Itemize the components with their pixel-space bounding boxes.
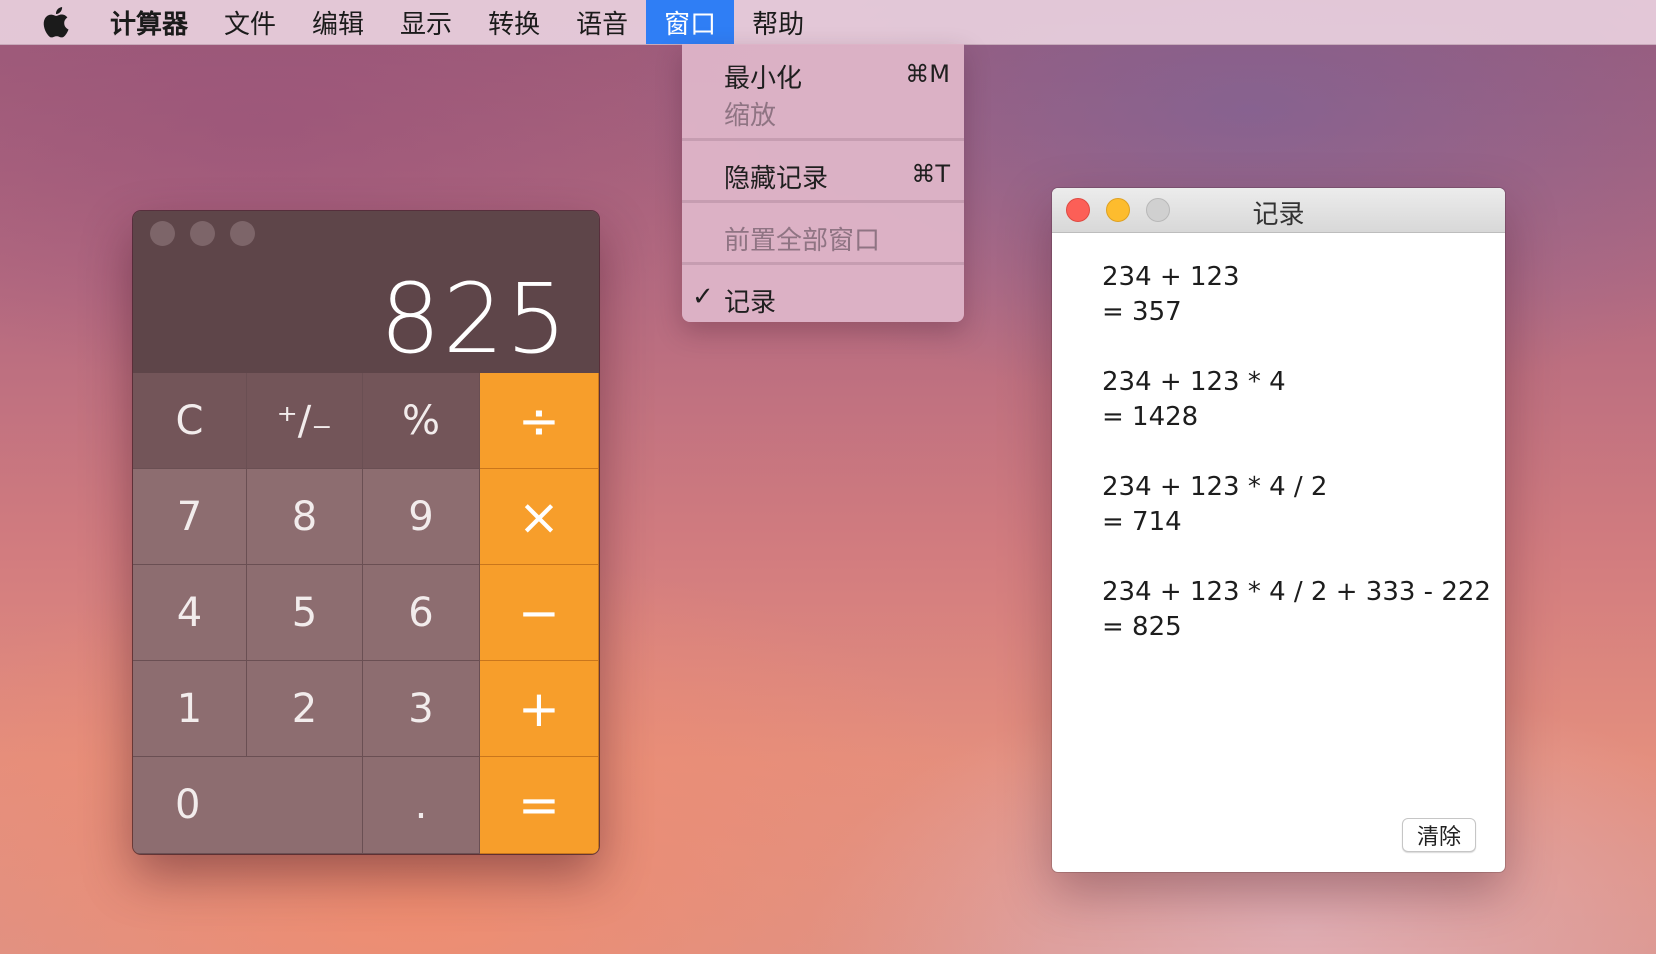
digit-5-key[interactable]: 5 xyxy=(247,565,363,661)
menu-item-zoom: 缩放 xyxy=(682,91,964,131)
digit-3-key[interactable]: 3 xyxy=(363,661,480,757)
menu-bar: 计算器 文件 编辑 显示 转换 语音 窗口 帮助 xyxy=(0,0,1656,45)
calculator-window: 825 C ⁺∕₋ % ÷ 7 8 9 × 4 5 6 − 1 2 3 + 0 … xyxy=(133,211,599,854)
menu-edit[interactable]: 编辑 xyxy=(294,0,382,44)
menu-item-label: 缩放 xyxy=(724,101,777,131)
multiply-key[interactable]: × xyxy=(480,469,599,565)
menu-separator xyxy=(682,262,964,265)
history-window: 记录 234 + 123 = 357 234 + 123 * 4 = 1428 … xyxy=(1052,188,1505,872)
plus-key[interactable]: + xyxy=(480,661,599,757)
menu-item-label: 记录 xyxy=(724,288,777,318)
menu-item-minimize[interactable]: 最小化 ⌘M xyxy=(682,54,964,94)
window-title: 记录 xyxy=(1252,200,1305,230)
digit-2-key[interactable]: 2 xyxy=(247,661,363,757)
menu-help[interactable]: 帮助 xyxy=(734,0,822,44)
digit-0-key[interactable]: 0 xyxy=(133,757,363,854)
zoom-button[interactable] xyxy=(230,221,255,246)
menu-window[interactable]: 窗口 xyxy=(646,0,735,44)
history-expression: 234 + 123 xyxy=(1102,262,1240,292)
digit-8-key[interactable]: 8 xyxy=(247,469,363,565)
menu-item-label: 最小化 xyxy=(724,64,803,94)
history-expression: 234 + 123 * 4 xyxy=(1102,367,1286,397)
menu-convert[interactable]: 转换 xyxy=(470,0,558,44)
digit-7-key[interactable]: 7 xyxy=(133,469,247,565)
menu-calculator[interactable]: 计算器 xyxy=(110,0,206,44)
history-entry: 234 + 123 * 4 / 2 = 714 xyxy=(1102,470,1327,540)
history-result: = 714 xyxy=(1102,507,1182,537)
menu-view[interactable]: 显示 xyxy=(382,0,470,44)
clear-history-button[interactable]: 清除 xyxy=(1402,818,1476,852)
decimal-key[interactable]: . xyxy=(363,757,480,854)
history-expression: 234 + 123 * 4 / 2 + 333 - 222 xyxy=(1102,577,1491,607)
calculator-display: 825 xyxy=(133,211,599,375)
history-result: = 1428 xyxy=(1102,402,1199,432)
history-titlebar: 记录 xyxy=(1052,188,1505,233)
menu-separator xyxy=(682,138,964,141)
window-menu-dropdown: 最小化 ⌘M 缩放 隐藏记录 ⌘T 前置全部窗口 ✓ 记录 xyxy=(682,44,964,322)
digit-6-key[interactable]: 6 xyxy=(363,565,480,661)
menu-item-bring-all-to-front: 前置全部窗口 xyxy=(682,216,964,256)
minimize-button[interactable] xyxy=(190,221,215,246)
menu-item-hide-history[interactable]: 隐藏记录 ⌘T xyxy=(682,154,964,194)
minus-key[interactable]: − xyxy=(480,565,599,661)
shortcut-label: ⌘M xyxy=(905,60,950,88)
equals-key[interactable]: = xyxy=(480,757,599,854)
history-entry: 234 + 123 * 4 = 1428 xyxy=(1102,365,1286,435)
history-result: = 825 xyxy=(1102,612,1182,642)
history-entry: 234 + 123 = 357 xyxy=(1102,260,1240,330)
checkmark-icon: ✓ xyxy=(692,282,714,312)
close-button[interactable] xyxy=(150,221,175,246)
shortcut-label: ⌘T xyxy=(911,160,950,188)
history-result: = 357 xyxy=(1102,297,1182,327)
history-expression: 234 + 123 * 4 / 2 xyxy=(1102,472,1328,502)
digit-9-key[interactable]: 9 xyxy=(363,469,480,565)
history-entry: 234 + 123 * 4 / 2 + 333 - 222 = 825 xyxy=(1102,575,1491,645)
sign-toggle-key[interactable]: ⁺∕₋ xyxy=(247,373,363,469)
menu-speech[interactable]: 语音 xyxy=(558,0,646,44)
menu-file[interactable]: 文件 xyxy=(206,0,294,44)
menu-item-history[interactable]: ✓ 记录 xyxy=(682,278,964,318)
percent-key[interactable]: % xyxy=(363,373,480,469)
apple-logo-icon[interactable] xyxy=(0,0,110,44)
menu-item-label: 隐藏记录 xyxy=(724,164,829,194)
digit-1-key[interactable]: 1 xyxy=(133,661,247,757)
menu-separator xyxy=(682,200,964,203)
divide-key[interactable]: ÷ xyxy=(480,373,599,469)
menu-item-label: 前置全部窗口 xyxy=(724,226,881,256)
digit-4-key[interactable]: 4 xyxy=(133,565,247,661)
clear-key[interactable]: C xyxy=(133,373,247,469)
display-value: 825 xyxy=(379,263,569,375)
